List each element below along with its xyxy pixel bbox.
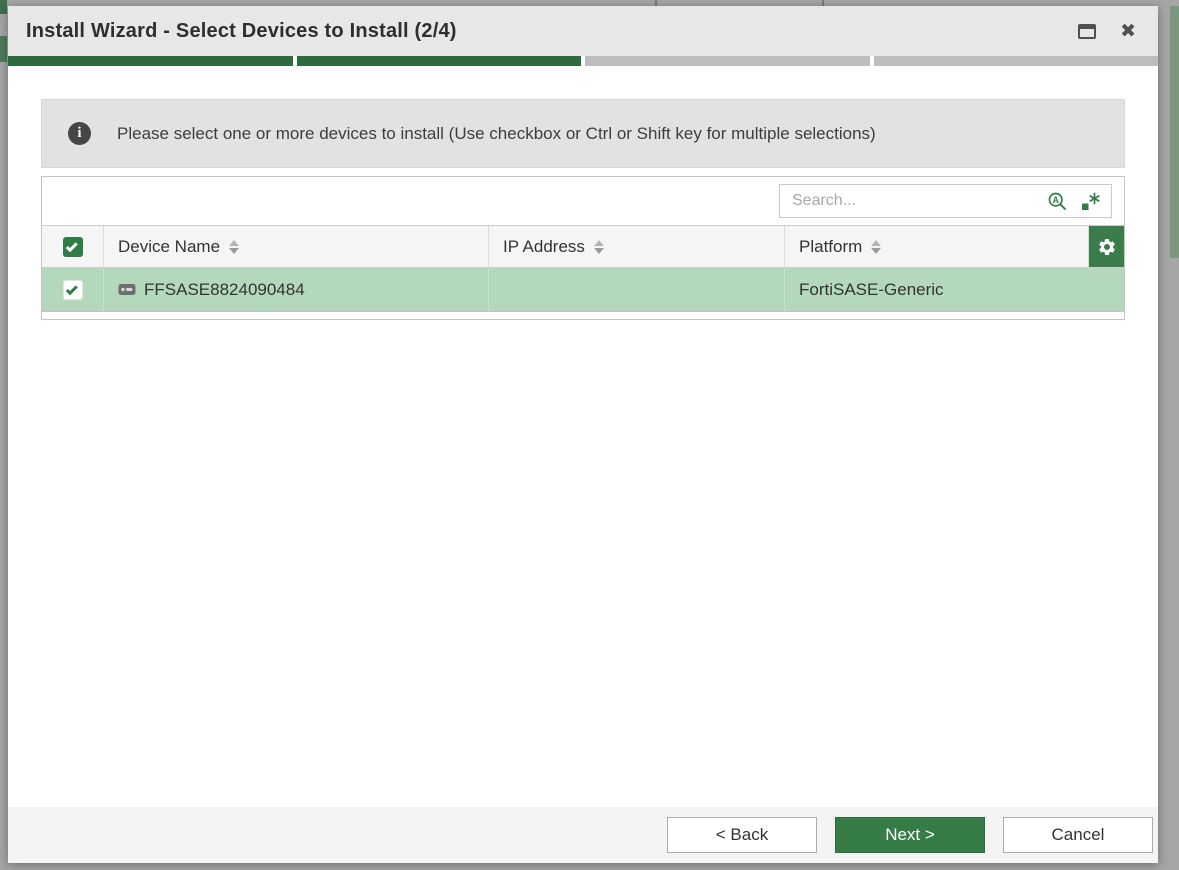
progress-segment-2 [297, 56, 582, 66]
sort-icon [594, 240, 604, 254]
dialog-title: Install Wizard - Select Devices to Insta… [26, 20, 1078, 43]
dialog-footer: < Back Next > Cancel [8, 807, 1158, 863]
search-input[interactable] [780, 192, 1043, 210]
row-checkbox-cell [42, 268, 104, 311]
device-name-cell: FFSASE8824090484 [104, 268, 489, 311]
wizard-progress-bar [8, 56, 1158, 66]
table-header-row: Device Name IP Address Platform [42, 225, 1124, 268]
check-icon [66, 240, 78, 252]
select-all-cell [42, 226, 104, 267]
window-controls: ✖ [1078, 22, 1136, 41]
device-table: A [41, 176, 1125, 320]
platform-cell: FortiSASE-Generic [785, 268, 1124, 311]
install-wizard-dialog: Install Wizard - Select Devices to Insta… [8, 6, 1158, 863]
select-all-checkbox[interactable] [63, 237, 83, 257]
progress-segment-3 [585, 56, 870, 66]
sort-icon [229, 240, 239, 254]
sort-icon [871, 240, 881, 254]
column-header-ip-address[interactable]: IP Address [489, 226, 785, 267]
back-button[interactable]: < Back [667, 817, 817, 853]
device-icon [118, 283, 136, 296]
info-icon: i [68, 122, 91, 145]
svg-text:A: A [1052, 194, 1059, 204]
info-banner-text: Please select one or more devices to ins… [117, 124, 876, 144]
search-box: A [779, 184, 1112, 218]
match-case-search-icon[interactable]: A [1047, 191, 1068, 212]
ip-address-cell [489, 268, 785, 311]
column-label: IP Address [503, 237, 585, 257]
wildcard-search-icon[interactable] [1080, 191, 1101, 212]
gear-icon [1097, 237, 1117, 257]
dialog-body: i Please select one or more devices to i… [8, 66, 1158, 807]
backdrop-fragment [0, 0, 7, 14]
next-button[interactable]: Next > [835, 817, 985, 853]
column-header-device-name[interactable]: Device Name [104, 226, 489, 267]
maximize-icon[interactable] [1078, 24, 1096, 39]
progress-segment-4 [874, 56, 1159, 66]
column-header-platform[interactable]: Platform [785, 226, 1089, 267]
row-checkbox[interactable] [63, 280, 83, 300]
search-options: A [1043, 191, 1111, 212]
horizontal-scrollbar[interactable] [42, 311, 1124, 319]
platform: FortiSASE-Generic [799, 280, 944, 300]
dialog-title-bar: Install Wizard - Select Devices to Insta… [8, 6, 1158, 56]
close-icon[interactable]: ✖ [1120, 22, 1136, 41]
column-label: Device Name [118, 237, 220, 257]
column-label: Platform [799, 237, 862, 257]
info-banner: i Please select one or more devices to i… [41, 99, 1125, 168]
table-toolbar: A [42, 177, 1124, 225]
column-settings-button[interactable] [1089, 226, 1124, 267]
progress-segment-1 [8, 56, 293, 66]
check-icon [66, 283, 78, 295]
backdrop-fragment [1170, 6, 1179, 258]
cancel-button[interactable]: Cancel [1003, 817, 1153, 853]
table-row[interactable]: FFSASE8824090484 FortiSASE-Generic [42, 268, 1124, 311]
device-name: FFSASE8824090484 [144, 280, 305, 300]
backdrop-fragment [0, 36, 7, 62]
